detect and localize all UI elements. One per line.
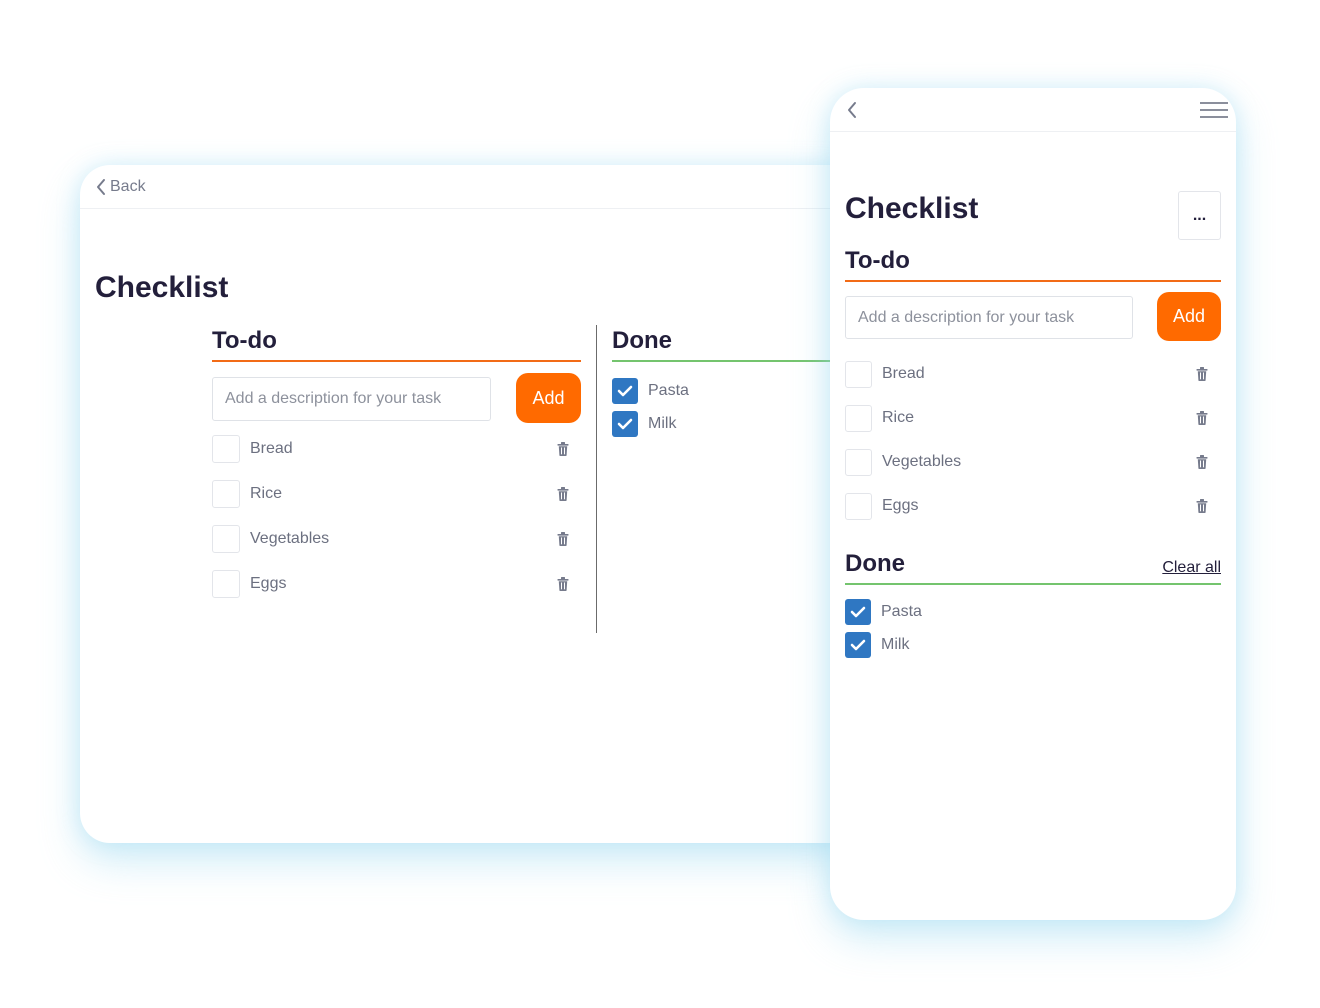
todo-item-label: Vegetables: [250, 529, 330, 547]
page-title: Checklist: [95, 271, 229, 304]
mobile-window: Checklist ... To-do Add Bread Rice: [830, 88, 1236, 920]
desktop-top-bar: Back: [80, 165, 860, 209]
done-checkbox[interactable]: [612, 377, 638, 404]
todo-section-header: To-do: [845, 244, 1221, 282]
chevron-left-icon[interactable]: [846, 100, 858, 120]
todo-checkbox[interactable]: [845, 360, 872, 388]
trash-icon[interactable]: [557, 441, 569, 456]
todo-item: Vegetables: [212, 516, 581, 561]
done-item-label: Milk: [648, 414, 677, 432]
chevron-left-icon: [97, 179, 105, 195]
column-divider: [596, 325, 597, 633]
page-title: Checklist: [845, 192, 979, 225]
checkmark-icon: [617, 418, 633, 429]
todo-item-label: Rice: [882, 409, 915, 426]
add-task-row: Add: [845, 282, 1221, 348]
todo-checkbox[interactable]: [845, 448, 872, 476]
done-heading: Done: [612, 327, 672, 354]
todo-checkbox[interactable]: [212, 434, 240, 463]
done-section-header: Done: [612, 325, 860, 362]
clear-all-link[interactable]: Clear all: [1162, 559, 1221, 577]
done-item: Milk: [845, 628, 1221, 661]
todo-item: Bread: [212, 426, 581, 471]
more-options-button[interactable]: ...: [1178, 191, 1221, 240]
todo-checkbox[interactable]: [212, 479, 240, 508]
trash-icon[interactable]: [1196, 411, 1208, 425]
desktop-window: Back Checklist To-do Add Bread Rice: [80, 165, 860, 843]
todo-checkbox[interactable]: [845, 404, 872, 432]
done-item: Milk: [612, 407, 860, 440]
todo-item-label: Rice: [250, 484, 283, 502]
done-item: Pasta: [845, 595, 1221, 628]
done-item-label: Pasta: [648, 381, 689, 399]
done-section-header: Done Clear all: [845, 547, 1221, 585]
back-button[interactable]: Back: [96, 178, 146, 196]
todo-list: Bread Rice Vegetables Eggs: [845, 352, 1221, 528]
done-checkbox[interactable]: [845, 631, 871, 658]
done-list: Pasta Milk: [612, 374, 860, 440]
todo-item-label: Eggs: [250, 574, 287, 592]
todo-column: To-do Add Bread Rice Ve: [212, 325, 581, 606]
todo-item: Vegetables: [845, 440, 1221, 484]
done-column: Done Pasta Milk: [612, 325, 860, 440]
add-task-button[interactable]: Add: [516, 373, 581, 423]
todo-item: Rice: [845, 396, 1221, 440]
todo-item: Eggs: [845, 484, 1221, 528]
todo-item-label: Bread: [250, 439, 293, 457]
checkmark-icon: [850, 639, 866, 650]
done-checkbox[interactable]: [845, 598, 871, 625]
trash-icon[interactable]: [557, 531, 569, 546]
trash-icon[interactable]: [1196, 499, 1208, 513]
todo-item-label: Vegetables: [882, 453, 962, 470]
todo-item: Bread: [845, 352, 1221, 396]
add-task-row: Add: [212, 362, 581, 426]
todo-item: Eggs: [212, 561, 581, 606]
task-description-input[interactable]: [845, 296, 1133, 339]
mobile-content: To-do Add Bread Rice Ve: [845, 244, 1221, 661]
done-item-label: Milk: [881, 635, 910, 653]
mobile-top-bar: [830, 88, 1236, 132]
todo-item-label: Eggs: [882, 497, 919, 514]
todo-heading: To-do: [845, 247, 910, 274]
done-heading: Done: [845, 550, 905, 577]
trash-icon[interactable]: [557, 486, 569, 501]
todo-checkbox[interactable]: [845, 492, 872, 520]
todo-list: Bread Rice Vegetables Eggs: [212, 426, 581, 606]
done-item: Pasta: [612, 374, 860, 407]
todo-item: Rice: [212, 471, 581, 516]
trash-icon[interactable]: [557, 576, 569, 591]
done-item-label: Pasta: [881, 602, 922, 620]
todo-checkbox[interactable]: [212, 569, 240, 598]
todo-section-header: To-do: [212, 325, 581, 362]
add-task-button[interactable]: Add: [1157, 292, 1221, 341]
checkmark-icon: [850, 606, 866, 617]
todo-item-label: Bread: [882, 365, 925, 382]
todo-checkbox[interactable]: [212, 524, 240, 553]
task-description-input[interactable]: [212, 377, 491, 421]
hamburger-menu-icon[interactable]: [1200, 101, 1228, 119]
done-checkbox[interactable]: [612, 410, 638, 437]
done-list: Pasta Milk: [845, 595, 1221, 661]
checkmark-icon: [617, 385, 633, 396]
trash-icon[interactable]: [1196, 455, 1208, 469]
todo-heading: To-do: [212, 327, 277, 354]
back-label: Back: [110, 178, 146, 195]
trash-icon[interactable]: [1196, 367, 1208, 381]
